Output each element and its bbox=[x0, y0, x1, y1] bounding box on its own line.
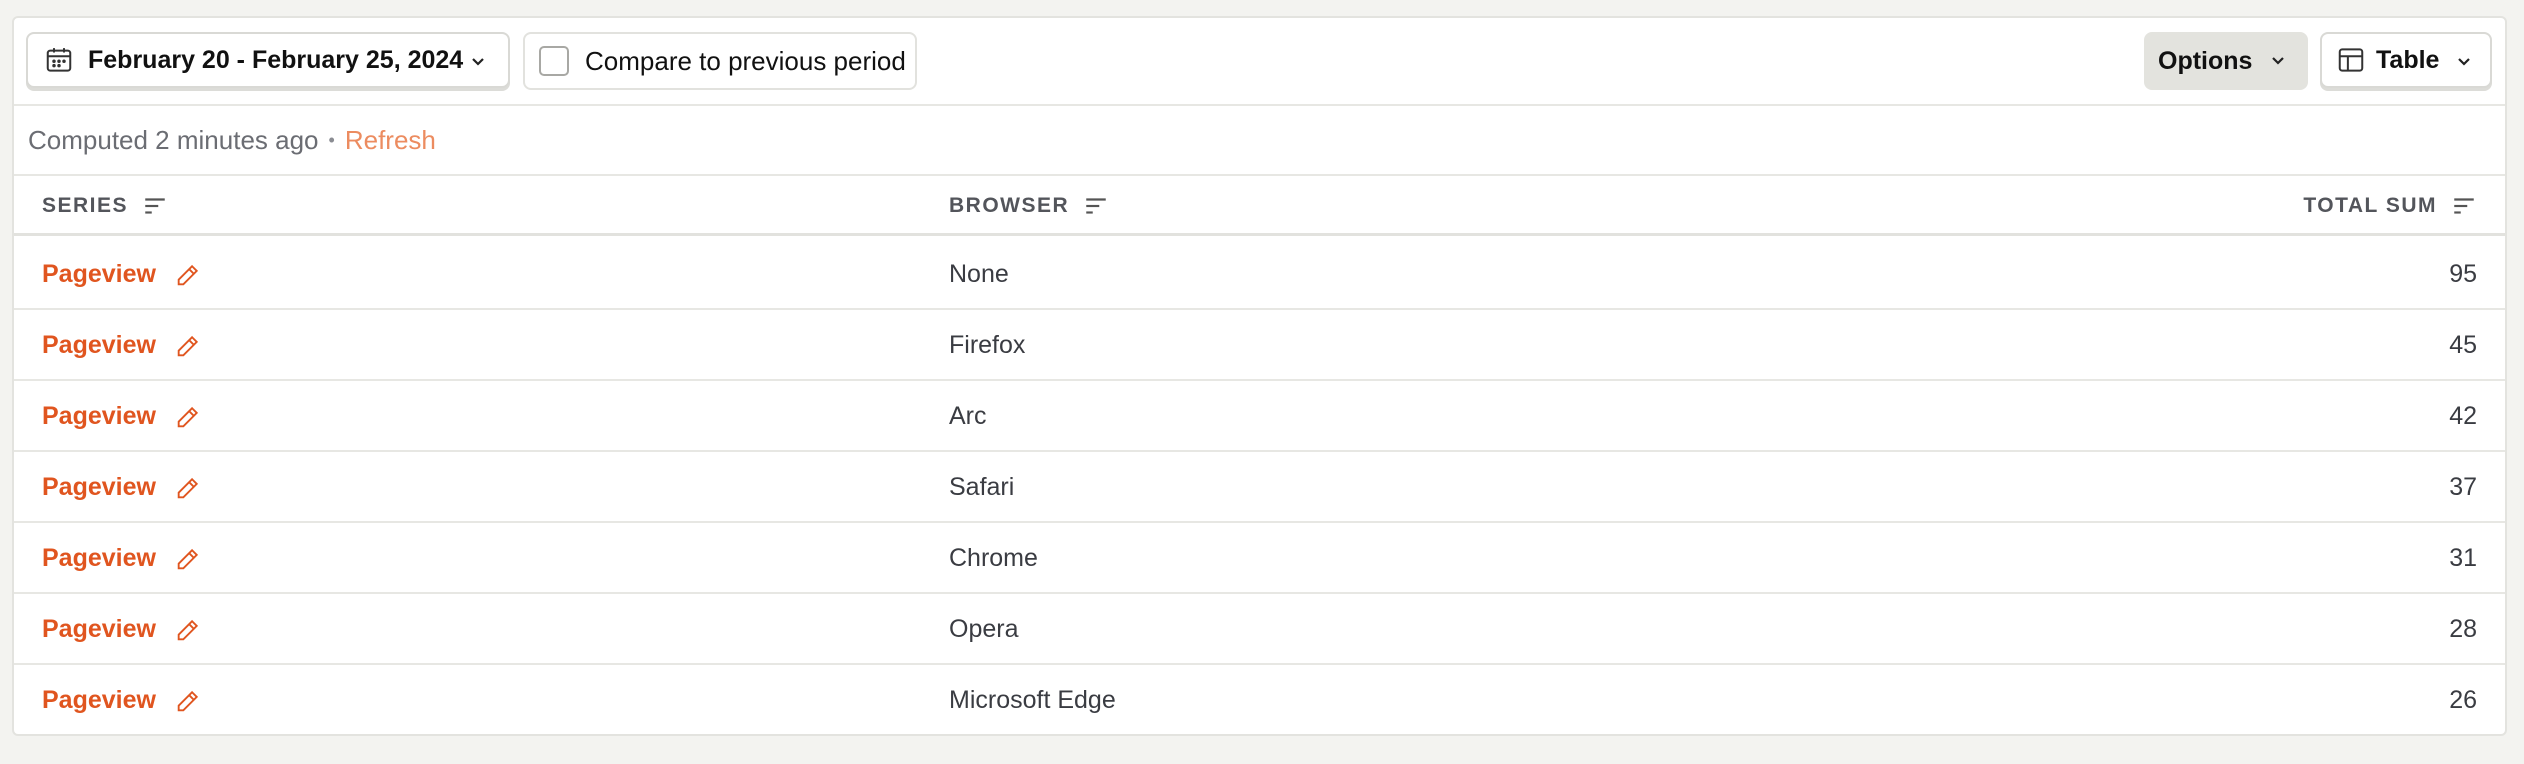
compare-label: Compare to previous period bbox=[585, 45, 906, 76]
chevron-down-icon bbox=[2458, 58, 2470, 66]
edit-series-button[interactable] bbox=[174, 665, 202, 734]
browser-cell: Safari bbox=[949, 473, 1015, 501]
series-link[interactable]: Pageview bbox=[42, 523, 156, 594]
insight-panel: February 20 - February 25, 2024 Compare … bbox=[12, 16, 2507, 736]
total-sum-cell: 95 bbox=[2449, 260, 2477, 288]
series-link[interactable]: Pageview bbox=[42, 381, 156, 452]
series-link[interactable]: Pageview bbox=[42, 665, 156, 734]
total-sum-cell: 26 bbox=[2449, 686, 2477, 714]
chevron-down-icon bbox=[472, 58, 484, 66]
edit-series-button[interactable] bbox=[174, 381, 202, 452]
edit-series-button[interactable] bbox=[174, 523, 202, 594]
series-link[interactable]: Pageview bbox=[42, 594, 156, 665]
table-row: Pageview Chrome 31 bbox=[14, 523, 2505, 594]
edit-series-button[interactable] bbox=[174, 310, 202, 381]
total-sum-cell: 45 bbox=[2449, 331, 2477, 359]
table-header: SERIES BROWSER TOTAL SUM bbox=[14, 176, 2505, 236]
toolbar: February 20 - February 25, 2024 Compare … bbox=[14, 18, 2505, 106]
pencil-icon bbox=[177, 619, 199, 640]
column-header-label: TOTAL SUM bbox=[2303, 194, 2437, 217]
table-row: Pageview Opera 28 bbox=[14, 594, 2505, 665]
browser-cell: Opera bbox=[949, 615, 1019, 643]
browser-cell: Chrome bbox=[949, 544, 1038, 572]
options-button[interactable]: Options bbox=[2144, 32, 2308, 90]
pencil-icon bbox=[177, 548, 199, 569]
edit-series-button[interactable] bbox=[174, 452, 202, 523]
edit-series-button[interactable] bbox=[174, 594, 202, 665]
pencil-icon bbox=[177, 477, 199, 498]
column-header-label: SERIES bbox=[42, 194, 129, 217]
column-header-label: BROWSER bbox=[949, 194, 1070, 217]
table-row: Pageview Firefox 45 bbox=[14, 310, 2505, 381]
edit-series-button[interactable] bbox=[174, 239, 202, 310]
chevron-down-icon bbox=[2272, 57, 2284, 65]
compare-checkbox[interactable] bbox=[539, 46, 569, 76]
refresh-link[interactable]: Refresh bbox=[345, 125, 436, 156]
total-sum-cell: 31 bbox=[2449, 544, 2477, 572]
total-sum-cell: 42 bbox=[2449, 402, 2477, 430]
table-icon bbox=[2338, 48, 2364, 72]
pencil-icon bbox=[177, 690, 199, 711]
column-header-total-sum[interactable]: TOTAL SUM bbox=[2303, 176, 2477, 236]
calendar-icon bbox=[46, 48, 72, 72]
sort-icon[interactable] bbox=[1083, 193, 1109, 219]
browser-cell: Arc bbox=[949, 402, 987, 430]
column-header-series[interactable]: SERIES bbox=[42, 176, 168, 236]
pencil-icon bbox=[177, 406, 199, 427]
series-link[interactable]: Pageview bbox=[42, 452, 156, 523]
table-row: Pageview None 95 bbox=[14, 239, 2505, 310]
column-header-browser[interactable]: BROWSER bbox=[949, 176, 1109, 236]
pencil-icon bbox=[177, 264, 199, 285]
compare-toggle[interactable]: Compare to previous period bbox=[523, 32, 917, 90]
browser-cell: Firefox bbox=[949, 331, 1026, 359]
date-range-button[interactable]: February 20 - February 25, 2024 bbox=[26, 32, 510, 88]
total-sum-cell: 28 bbox=[2449, 615, 2477, 643]
series-link[interactable]: Pageview bbox=[42, 239, 156, 310]
browser-cell: Microsoft Edge bbox=[949, 686, 1116, 714]
computed-status: Computed 2 minutes ago • Refresh bbox=[14, 106, 2505, 176]
total-sum-cell: 37 bbox=[2449, 473, 2477, 501]
computed-text: Computed 2 minutes ago bbox=[28, 124, 319, 155]
sort-icon[interactable] bbox=[142, 193, 168, 219]
table-row: Pageview Safari 37 bbox=[14, 452, 2505, 523]
status-separator: • bbox=[328, 129, 335, 150]
view-type-button[interactable]: Table bbox=[2320, 32, 2492, 88]
series-link[interactable]: Pageview bbox=[42, 310, 156, 381]
table-row: Pageview Arc 42 bbox=[14, 381, 2505, 452]
view-type-label: Table bbox=[2376, 45, 2440, 74]
date-range-label: February 20 - February 25, 2024 bbox=[88, 45, 464, 74]
table-row: Pageview Microsoft Edge 26 bbox=[14, 665, 2505, 734]
options-label: Options bbox=[2158, 46, 2253, 75]
browser-cell: None bbox=[949, 260, 1009, 288]
sort-icon[interactable] bbox=[2451, 193, 2477, 219]
pencil-icon bbox=[177, 335, 199, 356]
